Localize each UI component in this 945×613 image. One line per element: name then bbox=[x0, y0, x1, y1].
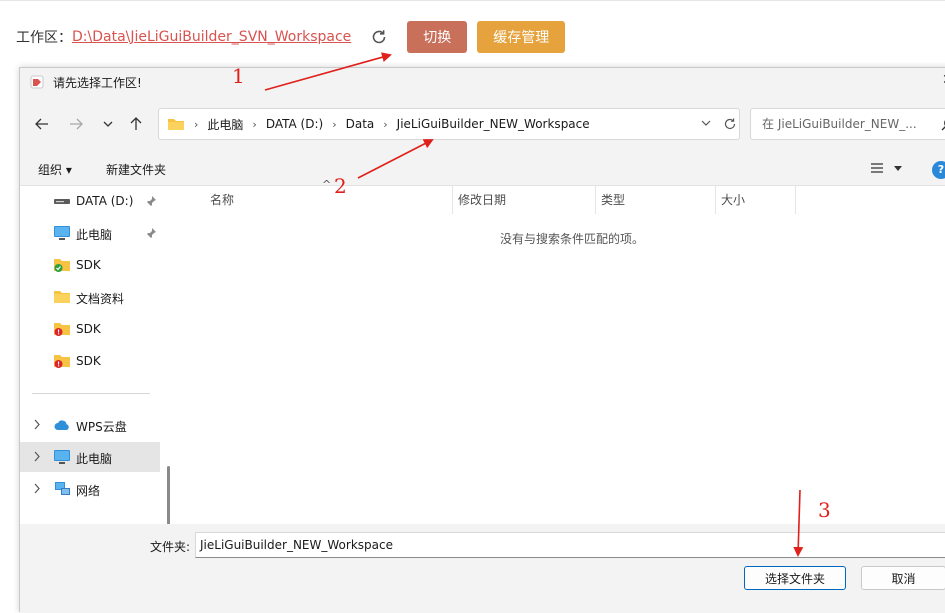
folder-picker-dialog: 请先选择工作区! ✕ › 此电脑 › DATA (D:) › Data › Ji… bbox=[19, 67, 945, 612]
organize-menu[interactable]: 组织 ▾ bbox=[38, 161, 72, 178]
sidebar-item-sdk[interactable]: SDK bbox=[20, 250, 160, 280]
sidebar-item-documents[interactable]: 文档资料 bbox=[20, 282, 160, 312]
folder-sync-ok-icon bbox=[53, 257, 71, 273]
breadcrumb-workspace[interactable]: JieLiGuiBuilder_NEW_Workspace bbox=[397, 117, 590, 131]
sidebar-item-this-pc-tree[interactable]: 此电脑 bbox=[20, 442, 160, 472]
pin-icon bbox=[145, 227, 157, 239]
search-input[interactable] bbox=[760, 116, 920, 132]
chevron-right-icon[interactable] bbox=[33, 451, 41, 462]
column-header-modified[interactable]: 修改日期 bbox=[458, 186, 506, 214]
column-header-name[interactable]: 名称 bbox=[210, 186, 234, 214]
drive-icon bbox=[53, 193, 71, 209]
sidebar-item-label: DATA (D:) bbox=[76, 194, 133, 208]
command-bar: 组织 ▾ 新建文件夹 ? bbox=[20, 152, 945, 186]
address-refresh-icon[interactable] bbox=[723, 117, 737, 134]
file-list: ^ 名称 修改日期 类型 大小 没有与搜索条件匹配的项。 bbox=[175, 186, 945, 524]
breadcrumb-data[interactable]: Data bbox=[346, 117, 375, 131]
navigation-row: › 此电脑 › DATA (D:) › Data › JieLiGuiBuild… bbox=[20, 96, 945, 152]
dialog-footer: 文件夹: JieLiGuiBuilder_NEW_Workspace 选择文件夹… bbox=[20, 524, 945, 613]
up-arrow-icon[interactable] bbox=[126, 114, 146, 134]
annotation-number-2: 2 bbox=[334, 174, 347, 198]
column-divider[interactable] bbox=[795, 186, 796, 214]
recent-chevron-down-icon[interactable] bbox=[98, 114, 118, 134]
new-folder-button[interactable]: 新建文件夹 bbox=[106, 161, 166, 178]
sort-caret-icon: ^ bbox=[322, 178, 331, 191]
folder-field-label: 文件夹: bbox=[150, 538, 190, 555]
cloud-icon bbox=[53, 417, 71, 433]
select-folder-button[interactable]: 选择文件夹 bbox=[744, 566, 846, 590]
chevron-right-icon[interactable] bbox=[33, 419, 41, 430]
sidebar-item-sdk-3[interactable]: SDK bbox=[20, 346, 160, 376]
column-header-size[interactable]: 大小 bbox=[721, 186, 745, 214]
search-box[interactable] bbox=[750, 108, 945, 140]
top-divider bbox=[0, 0, 945, 1]
help-icon[interactable]: ? bbox=[932, 161, 945, 179]
breadcrumb-separator: › bbox=[383, 118, 387, 131]
column-header-type[interactable]: 类型 bbox=[601, 186, 625, 214]
sidebar-divider bbox=[32, 393, 150, 394]
sidebar-item-network[interactable]: 网络 bbox=[20, 474, 160, 504]
breadcrumb-separator: › bbox=[252, 118, 256, 131]
annotation-number-3: 3 bbox=[818, 498, 831, 522]
chevron-right-icon[interactable] bbox=[33, 483, 41, 494]
network-icon bbox=[53, 481, 71, 497]
sidebar-item-data-drive[interactable]: DATA (D:) bbox=[20, 186, 160, 216]
sidebar-item-label: SDK bbox=[76, 354, 101, 368]
computer-icon bbox=[53, 225, 71, 241]
sidebar-item-label: 此电脑 bbox=[76, 450, 112, 467]
pin-icon bbox=[145, 195, 157, 207]
back-arrow-icon[interactable] bbox=[32, 114, 52, 134]
address-bar[interactable]: › 此电脑 › DATA (D:) › Data › JieLiGuiBuild… bbox=[158, 108, 740, 140]
dialog-titlebar: 请先选择工作区! ✕ bbox=[20, 68, 945, 96]
sidebar-item-label: SDK bbox=[76, 322, 101, 336]
address-history-chevron-icon[interactable] bbox=[701, 117, 711, 132]
sidebar-item-label: WPS云盘 bbox=[76, 418, 127, 435]
dialog-title: 请先选择工作区! bbox=[53, 74, 142, 91]
column-divider[interactable] bbox=[452, 186, 453, 214]
column-divider[interactable] bbox=[715, 186, 716, 214]
folder-sync-error-icon bbox=[53, 353, 71, 369]
sidebar-item-label: 此电脑 bbox=[76, 226, 112, 243]
refresh-icon[interactable] bbox=[369, 27, 389, 47]
sidebar-item-label: 文档资料 bbox=[76, 290, 124, 307]
search-icon[interactable] bbox=[941, 117, 945, 134]
breadcrumb-separator: › bbox=[332, 118, 336, 131]
folder-sync-error-icon bbox=[53, 321, 71, 337]
folder-name-input[interactable]: JieLiGuiBuilder_NEW_Workspace bbox=[195, 532, 945, 558]
cancel-button[interactable]: 取消 bbox=[861, 566, 945, 590]
forward-arrow-icon[interactable] bbox=[66, 114, 86, 134]
switch-button[interactable]: 切换 bbox=[407, 21, 467, 53]
breadcrumb-this-pc[interactable]: 此电脑 bbox=[207, 116, 243, 133]
sidebar-item-this-pc[interactable]: 此电脑 bbox=[20, 218, 160, 248]
sidebar-item-label: SDK bbox=[76, 258, 101, 272]
cache-management-button[interactable]: 缓存管理 bbox=[477, 21, 565, 53]
folder-icon bbox=[167, 117, 185, 131]
caret-down-icon bbox=[894, 166, 902, 171]
workspace-path-link[interactable]: D:\Data\JieLiGuiBuilder_SVN_Workspace bbox=[72, 29, 351, 45]
sidebar-item-wps-cloud[interactable]: WPS云盘 bbox=[20, 410, 160, 440]
app-icon bbox=[30, 75, 44, 89]
folder-icon bbox=[53, 289, 71, 305]
column-divider[interactable] bbox=[595, 186, 596, 214]
workspace-label: 工作区： bbox=[16, 27, 72, 47]
sidebar-item-sdk-2[interactable]: SDK bbox=[20, 314, 160, 344]
breadcrumb-data-drive[interactable]: DATA (D:) bbox=[266, 117, 323, 131]
computer-icon bbox=[53, 449, 71, 465]
workspace-bar: 工作区： D:\Data\JieLiGuiBuilder_SVN_Workspa… bbox=[16, 20, 565, 54]
list-view-icon bbox=[870, 162, 884, 174]
view-options-button[interactable] bbox=[870, 162, 902, 174]
annotation-number-1: 1 bbox=[232, 64, 245, 88]
sidebar-item-label: 网络 bbox=[76, 482, 100, 499]
breadcrumb-separator: › bbox=[194, 118, 198, 131]
empty-message: 没有与搜索条件匹配的项。 bbox=[500, 230, 644, 247]
navigation-pane: DATA (D:) 此电脑 SDK 文档资料 SDK SDK WPS bbox=[20, 186, 175, 524]
